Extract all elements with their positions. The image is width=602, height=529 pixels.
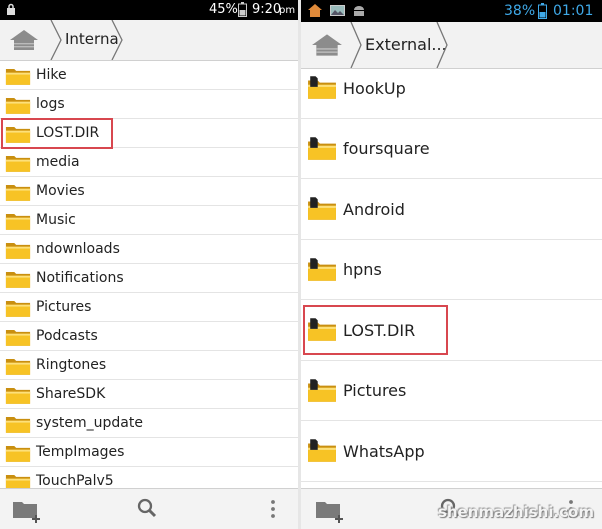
highlight-box <box>1 118 113 149</box>
folder-label: hpns <box>343 260 382 280</box>
folder-list: HookUp foursquare Android hpns LOST.DIR Pictu… <box>301 58 602 489</box>
clock-ampm: pm <box>279 5 296 16</box>
folder-row[interactable]: Music <box>0 206 298 235</box>
folder-icon <box>5 69 31 85</box>
sdcard-folder-icon <box>308 439 336 462</box>
breadcrumb-chevron-icon <box>50 20 62 60</box>
folder-icon <box>5 272 31 288</box>
sdcard-folder-icon <box>308 378 336 402</box>
folder-row[interactable]: Android <box>301 179 602 240</box>
android-notification-icon <box>354 6 364 16</box>
folder-icon <box>5 359 31 375</box>
folder-icon <box>5 243 31 259</box>
folder-row[interactable]: system_update <box>0 409 298 438</box>
battery-percent: 45% <box>209 2 238 17</box>
folder-label: Pictures <box>36 299 92 316</box>
status-bar: 38% 01:01 <box>301 0 602 22</box>
folder-row[interactable]: Movies <box>0 177 298 206</box>
folder-row[interactable]: hpns <box>301 240 602 300</box>
folder-label: TempImages <box>36 444 125 461</box>
folder-label: Movies <box>36 183 85 200</box>
status-bar: 45% 9:20 pm <box>0 0 298 20</box>
folder-label: ShareSDK <box>36 386 106 403</box>
folder-icon <box>5 301 31 317</box>
folder-row[interactable]: LOST.DIR <box>301 300 602 361</box>
folder-icon <box>5 185 31 201</box>
battery-icon <box>238 2 247 17</box>
folder-row[interactable]: Hike <box>0 61 298 90</box>
image-notification-icon <box>330 5 345 16</box>
folder-row[interactable]: media <box>0 148 298 177</box>
folder-label: logs <box>36 96 65 113</box>
right-screen: 38% 01:01 External... HookUp foursquare An… <box>301 0 602 529</box>
folder-row[interactable]: Ringtones <box>0 351 298 380</box>
folder-row[interactable]: logs <box>0 90 298 119</box>
folder-row[interactable]: Pictures <box>301 361 602 421</box>
battery-percent: 38% <box>504 3 536 19</box>
folder-row[interactable]: Podcasts <box>0 322 298 351</box>
folder-label: Notifications <box>36 270 124 287</box>
folder-label: Music <box>36 212 76 229</box>
clock: 01:01 <box>553 3 594 19</box>
clock: 9:20 <box>252 2 282 17</box>
bottom-toolbar <box>0 488 298 529</box>
folder-icon <box>5 214 31 230</box>
folder-label: TouchPalv5 <box>36 473 114 490</box>
folder-row[interactable]: Pictures <box>0 293 298 322</box>
folder-row[interactable]: TempImages <box>0 438 298 467</box>
folder-row[interactable]: foursquare <box>301 119 602 179</box>
new-folder-icon[interactable] <box>6 489 54 529</box>
folder-row[interactable]: Notifications <box>0 264 298 293</box>
overflow-menu-icon[interactable] <box>249 489 297 529</box>
battery-icon <box>538 3 547 19</box>
folder-label: foursquare <box>343 139 430 159</box>
folder-label: WhatsApp <box>343 441 425 461</box>
folder-label: Android <box>343 199 405 219</box>
folder-icon <box>5 98 31 114</box>
folder-label: Hike <box>36 67 67 84</box>
sdcard-folder-icon <box>308 136 336 160</box>
row-separator <box>301 480 602 482</box>
folder-row[interactable]: ShareSDK <box>0 380 298 409</box>
folder-label: media <box>36 154 80 171</box>
sdcard-folder-icon <box>308 197 336 220</box>
highlight-box <box>303 305 448 355</box>
folder-label: HookUp <box>343 78 406 98</box>
home-notification-icon <box>308 4 322 17</box>
folder-label: ndownloads <box>36 241 120 258</box>
left-screen: 45% 9:20 pm Interna Hike logs LOST.DIR medi… <box>0 0 298 529</box>
folder-label: Ringtones <box>36 357 107 374</box>
sdcard-folder-icon <box>308 76 336 99</box>
folder-row[interactable]: ndownloads <box>0 235 298 264</box>
bottom-toolbar: shenmazhishi.com <box>301 488 602 529</box>
sdcard-folder-icon <box>308 257 336 281</box>
watermark: shenmazhishi.com <box>437 503 594 521</box>
folder-icon <box>5 330 31 346</box>
folder-list: Hike logs LOST.DIR media Movies Music ndownloa… <box>0 61 298 496</box>
home-icon[interactable] <box>9 29 39 51</box>
folder-label: system_update <box>36 415 143 432</box>
folder-row[interactable]: LOST.DIR <box>0 118 298 149</box>
folder-icon <box>5 388 31 404</box>
lock-icon <box>7 3 15 15</box>
search-icon[interactable] <box>124 489 172 529</box>
folder-row[interactable]: HookUp <box>301 58 602 119</box>
home-icon[interactable] <box>311 33 343 57</box>
folder-label: Pictures <box>343 381 407 401</box>
folder-row[interactable]: WhatsApp <box>301 421 602 482</box>
folder-icon <box>5 417 31 433</box>
folder-label: Podcasts <box>36 328 98 345</box>
breadcrumb-chevron-icon <box>111 20 123 60</box>
folder-icon <box>5 446 31 462</box>
folder-icon <box>5 156 31 172</box>
new-folder-icon[interactable] <box>309 489 357 529</box>
breadcrumb-bar: Interna <box>0 20 298 61</box>
